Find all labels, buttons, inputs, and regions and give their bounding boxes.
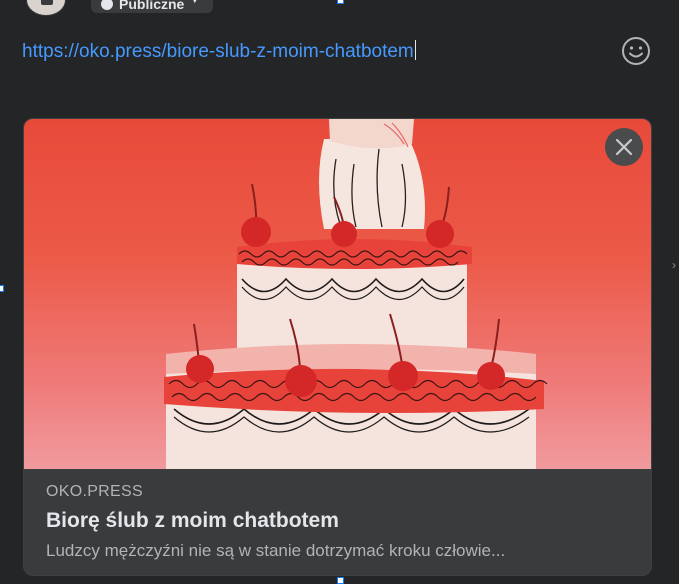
- preview-info: OKO.PRESS Biorę ślub z moim chatbotem Lu…: [24, 469, 651, 575]
- audience-selector[interactable]: Publiczne ▼: [91, 0, 214, 13]
- preview-description: Ludzcy mężczyźni nie są w stanie dotrzym…: [46, 541, 506, 560]
- globe-icon: [101, 0, 113, 10]
- chevron-right-icon: ›: [672, 258, 676, 272]
- smiley-icon: [622, 37, 650, 65]
- close-icon: [615, 138, 633, 156]
- link-preview-card[interactable]: OKO.PRESS Biorę ślub z moim chatbotem Lu…: [23, 118, 652, 576]
- composer-header: Publiczne ▼: [0, 0, 679, 16]
- remove-preview-button[interactable]: [605, 128, 643, 166]
- preview-image: [24, 119, 651, 469]
- preview-title: Biorę ślub z moim chatbotem: [46, 509, 339, 532]
- text-cursor: [414, 40, 417, 60]
- wedding-cake-illustration: [164, 119, 548, 469]
- resize-handle-left[interactable]: [0, 285, 4, 292]
- resize-handle[interactable]: [337, 0, 344, 4]
- chevron-down-icon: ▼: [190, 0, 200, 5]
- resize-handle-bottom[interactable]: [337, 577, 344, 584]
- emoji-button[interactable]: [621, 36, 651, 66]
- preview-domain: OKO.PRESS: [46, 483, 143, 500]
- post-text: https://oko.press/biore-slub-z-moim-chat…: [22, 41, 414, 62]
- post-text-input[interactable]: https://oko.press/biore-slub-z-moim-chat…: [22, 38, 602, 66]
- avatar[interactable]: [26, 0, 66, 16]
- audience-label: Publiczne: [119, 0, 185, 12]
